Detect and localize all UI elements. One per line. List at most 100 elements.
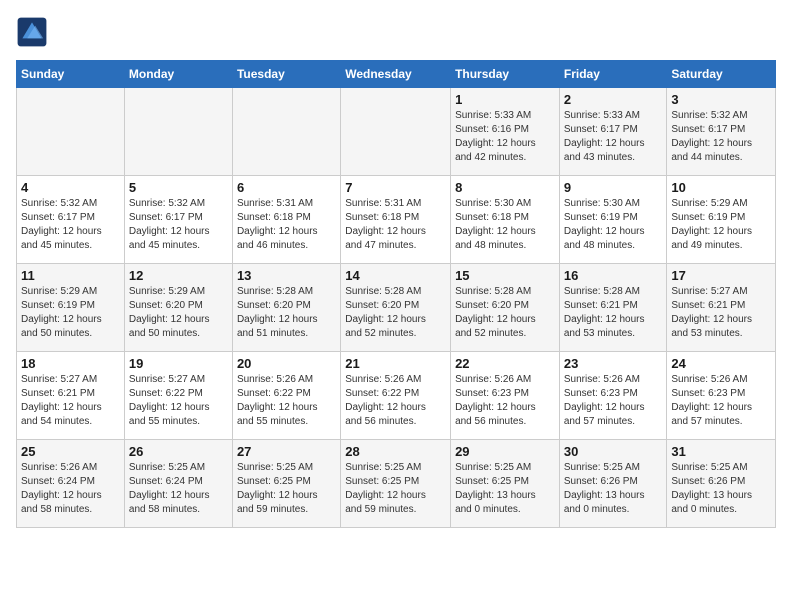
cell-info-text: Sunrise: 5:32 AM Sunset: 6:17 PM Dayligh… [671,109,771,165]
calendar-cell: 18 Sunrise: 5:27 AM Sunset: 6:21 PM Dayli… [17,352,125,440]
cell-info-text: Sunrise: 5:32 AM Sunset: 6:17 PM Dayligh… [129,197,228,253]
cell-date-number: 25 [21,444,120,459]
weekday-header: Wednesday [341,61,451,88]
calendar-cell: 24 Sunrise: 5:26 AM Sunset: 6:23 PM Dayli… [667,352,776,440]
logo-icon [16,16,48,48]
cell-info-text: Sunrise: 5:26 AM Sunset: 6:24 PM Dayligh… [21,461,120,517]
calendar-week-row: 1 Sunrise: 5:33 AM Sunset: 6:16 PM Daylig… [17,88,776,176]
weekday-header: Friday [559,61,667,88]
cell-date-number: 10 [671,180,771,195]
cell-info-text: Sunrise: 5:26 AM Sunset: 6:22 PM Dayligh… [345,373,446,429]
cell-date-number: 16 [564,268,663,283]
calendar-cell: 14 Sunrise: 5:28 AM Sunset: 6:20 PM Dayli… [341,264,451,352]
cell-date-number: 27 [237,444,336,459]
calendar-cell: 30Sunrise: 5:25 AM Sunset: 6:26 PM Dayli… [559,440,667,528]
cell-info-text: Sunrise: 5:28 AM Sunset: 6:20 PM Dayligh… [345,285,446,341]
cell-date-number: 6 [237,180,336,195]
cell-info-text: Sunrise: 5:33 AM Sunset: 6:16 PM Dayligh… [455,109,555,165]
cell-date-number: 3 [671,92,771,107]
cell-date-number: 15 [455,268,555,283]
calendar-cell: 4 Sunrise: 5:32 AM Sunset: 6:17 PM Daylig… [17,176,125,264]
cell-info-text: Sunrise: 5:32 AM Sunset: 6:17 PM Dayligh… [21,197,120,253]
calendar-cell: 27 Sunrise: 5:25 AM Sunset: 6:25 PM Dayli… [232,440,340,528]
cell-info-text: Sunrise: 5:29 AM Sunset: 6:19 PM Dayligh… [671,197,771,253]
weekday-header: Sunday [17,61,125,88]
calendar-cell: 29 Sunrise: 5:25 AM Sunset: 6:25 PM Dayli… [451,440,560,528]
cell-date-number: 30 [564,444,663,459]
calendar-cell: 15 Sunrise: 5:28 AM Sunset: 6:20 PM Dayli… [451,264,560,352]
calendar-cell: 7 Sunrise: 5:31 AM Sunset: 6:18 PM Daylig… [341,176,451,264]
cell-info-text: Sunrise: 5:26 AM Sunset: 6:23 PM Dayligh… [671,373,771,429]
cell-date-number: 22 [455,356,555,371]
header [16,16,776,48]
cell-date-number: 18 [21,356,120,371]
calendar-cell: 26 Sunrise: 5:25 AM Sunset: 6:24 PM Dayli… [124,440,232,528]
logo [16,16,52,48]
calendar-week-row: 4 Sunrise: 5:32 AM Sunset: 6:17 PM Daylig… [17,176,776,264]
calendar-cell: 5 Sunrise: 5:32 AM Sunset: 6:17 PM Daylig… [124,176,232,264]
cell-date-number: 5 [129,180,228,195]
cell-info-text: Sunrise: 5:26 AM Sunset: 6:22 PM Dayligh… [237,373,336,429]
calendar-week-row: 11Sunrise: 5:29 AM Sunset: 6:19 PM Dayli… [17,264,776,352]
cell-info-text: Sunrise: 5:31 AM Sunset: 6:18 PM Dayligh… [237,197,336,253]
weekday-header: Monday [124,61,232,88]
cell-info-text: Sunrise: 5:25 AM Sunset: 6:25 PM Dayligh… [455,461,555,517]
cell-info-text: Sunrise: 5:28 AM Sunset: 6:20 PM Dayligh… [455,285,555,341]
cell-date-number: 8 [455,180,555,195]
calendar-cell [17,88,125,176]
cell-date-number: 7 [345,180,446,195]
calendar-cell: 3 Sunrise: 5:32 AM Sunset: 6:17 PM Daylig… [667,88,776,176]
cell-date-number: 24 [671,356,771,371]
cell-date-number: 12 [129,268,228,283]
cell-info-text: Sunrise: 5:26 AM Sunset: 6:23 PM Dayligh… [564,373,663,429]
calendar-cell: 28 Sunrise: 5:25 AM Sunset: 6:25 PM Dayli… [341,440,451,528]
cell-info-text: Sunrise: 5:25 AM Sunset: 6:24 PM Dayligh… [129,461,228,517]
calendar-header: SundayMondayTuesdayWednesdayThursdayFrid… [17,61,776,88]
cell-date-number: 17 [671,268,771,283]
cell-date-number: 20 [237,356,336,371]
calendar-cell: 6 Sunrise: 5:31 AM Sunset: 6:18 PM Daylig… [232,176,340,264]
cell-date-number: 2 [564,92,663,107]
cell-date-number: 4 [21,180,120,195]
cell-date-number: 28 [345,444,446,459]
cell-info-text: Sunrise: 5:25 AM Sunset: 6:25 PM Dayligh… [237,461,336,517]
calendar-cell: 10 Sunrise: 5:29 AM Sunset: 6:19 PM Dayli… [667,176,776,264]
calendar-cell: 2 Sunrise: 5:33 AM Sunset: 6:17 PM Daylig… [559,88,667,176]
cell-info-text: Sunrise: 5:33 AM Sunset: 6:17 PM Dayligh… [564,109,663,165]
cell-date-number: 9 [564,180,663,195]
calendar-cell: 8Sunrise: 5:30 AM Sunset: 6:18 PM Daylig… [451,176,560,264]
cell-date-number: 14 [345,268,446,283]
cell-info-text: Sunrise: 5:25 AM Sunset: 6:25 PM Dayligh… [345,461,446,517]
calendar-cell [232,88,340,176]
calendar-table: SundayMondayTuesdayWednesdayThursdayFrid… [16,60,776,528]
calendar-cell: 12Sunrise: 5:29 AM Sunset: 6:20 PM Dayli… [124,264,232,352]
calendar-cell: 22Sunrise: 5:26 AM Sunset: 6:23 PM Dayli… [451,352,560,440]
calendar-cell: 19Sunrise: 5:27 AM Sunset: 6:22 PM Dayli… [124,352,232,440]
calendar-cell [124,88,232,176]
calendar-cell [341,88,451,176]
calendar-cell: 31Sunrise: 5:25 AM Sunset: 6:26 PM Dayli… [667,440,776,528]
calendar-body: 1 Sunrise: 5:33 AM Sunset: 6:16 PM Daylig… [17,88,776,528]
calendar-cell: 1 Sunrise: 5:33 AM Sunset: 6:16 PM Daylig… [451,88,560,176]
cell-date-number: 26 [129,444,228,459]
calendar-cell: 13Sunrise: 5:28 AM Sunset: 6:20 PM Dayli… [232,264,340,352]
calendar-cell: 20 Sunrise: 5:26 AM Sunset: 6:22 PM Dayli… [232,352,340,440]
cell-info-text: Sunrise: 5:28 AM Sunset: 6:21 PM Dayligh… [564,285,663,341]
calendar-cell: 11Sunrise: 5:29 AM Sunset: 6:19 PM Dayli… [17,264,125,352]
weekday-header: Tuesday [232,61,340,88]
cell-date-number: 29 [455,444,555,459]
cell-info-text: Sunrise: 5:27 AM Sunset: 6:21 PM Dayligh… [671,285,771,341]
calendar-cell: 17 Sunrise: 5:27 AM Sunset: 6:21 PM Dayli… [667,264,776,352]
cell-info-text: Sunrise: 5:28 AM Sunset: 6:20 PM Dayligh… [237,285,336,341]
cell-info-text: Sunrise: 5:31 AM Sunset: 6:18 PM Dayligh… [345,197,446,253]
cell-info-text: Sunrise: 5:25 AM Sunset: 6:26 PM Dayligh… [671,461,771,517]
cell-date-number: 1 [455,92,555,107]
calendar-cell: 23 Sunrise: 5:26 AM Sunset: 6:23 PM Dayli… [559,352,667,440]
cell-date-number: 23 [564,356,663,371]
calendar-cell: 21Sunrise: 5:26 AM Sunset: 6:22 PM Dayli… [341,352,451,440]
cell-date-number: 11 [21,268,120,283]
cell-info-text: Sunrise: 5:27 AM Sunset: 6:21 PM Dayligh… [21,373,120,429]
calendar-week-row: 18 Sunrise: 5:27 AM Sunset: 6:21 PM Dayli… [17,352,776,440]
cell-info-text: Sunrise: 5:30 AM Sunset: 6:19 PM Dayligh… [564,197,663,253]
calendar-cell: 16 Sunrise: 5:28 AM Sunset: 6:21 PM Dayli… [559,264,667,352]
